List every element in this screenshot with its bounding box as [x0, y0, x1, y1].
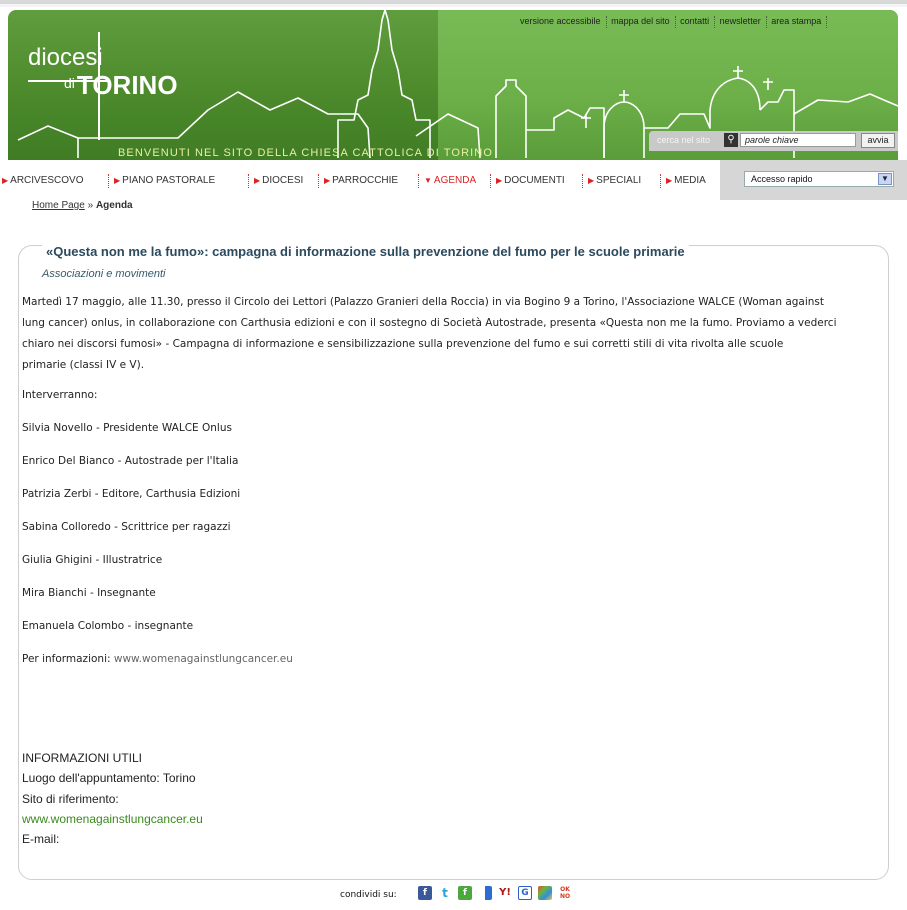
nav-separator [248, 174, 250, 188]
nav-separator [660, 174, 662, 188]
nav-label: PIANO PASTORALE [122, 175, 216, 186]
intro-line: chiaro nei discorsi fumosi» - Campagna d… [22, 338, 784, 350]
nav-item-documenti[interactable]: ▶ DOCUMENTI [496, 175, 565, 186]
delicious-icon[interactable] [478, 886, 492, 900]
search-icon: ⚲ [724, 133, 738, 147]
speaker-item: Enrico Del Bianco - Autostrade per l'Ita… [22, 455, 239, 467]
utility-link-sitemap[interactable]: mappa del sito [611, 16, 670, 26]
intro-line: primarie (classi IV e V). [22, 359, 145, 371]
quick-access-value: Accesso rapido [751, 174, 813, 184]
nav-label: PARROCCHIE [332, 175, 399, 186]
article-category[interactable]: Associazioni e movimenti [42, 268, 166, 280]
useful-info-email-label: E-mail: [22, 832, 60, 846]
nav-separator [318, 174, 320, 188]
article-title: «Questa non me la fumo»: campagna di inf… [42, 244, 689, 259]
breadcrumb-home-link[interactable]: Home Page [32, 200, 85, 211]
logo-di-text: di [64, 75, 75, 91]
diocese-logo[interactable]: diocesi diTORINO [28, 32, 178, 140]
facebook-icon[interactable]: f [418, 886, 432, 900]
nav-arrow-icon: ▶ [114, 176, 121, 185]
utility-separator [714, 16, 716, 28]
speaker-item: Mira Bianchi - Insegnante [22, 587, 156, 599]
breadcrumb: Home Page » Agenda [32, 200, 133, 211]
speakers-heading: Interverranno: [22, 389, 98, 401]
top-border-shadow [0, 4, 907, 7]
utility-link-press[interactable]: area stampa [771, 16, 821, 26]
breadcrumb-separator: » [87, 200, 94, 211]
utility-link-newsletter[interactable]: newsletter [720, 16, 761, 26]
google-icon[interactable]: G [518, 886, 532, 900]
info-label: Per informazioni: [22, 653, 111, 665]
intro-line: Martedì 17 maggio, alle 11.30, presso il… [22, 296, 825, 308]
nav-item-agenda[interactable]: ▼ AGENDA [424, 175, 476, 186]
nav-arrow-icon: ▶ [254, 176, 261, 185]
nav-separator [418, 174, 420, 188]
logo-torino-text: diTORINO [64, 70, 178, 101]
nav-item-piano-pastorale[interactable]: ▶ PIANO PASTORALE [114, 175, 215, 186]
nav-item-arcivescovo[interactable]: ▶ ARCIVESCOVO [2, 175, 84, 186]
search-submit-button[interactable]: avvia [861, 133, 895, 148]
nav-separator [108, 174, 110, 188]
utility-separator [605, 16, 608, 28]
search-input[interactable]: parole chiave [740, 133, 856, 147]
nav-label: MEDIA [674, 175, 706, 186]
intro-line: lung cancer) onlus, in collaborazione co… [22, 317, 837, 329]
quick-access-select[interactable]: Accesso rapido ▼ [744, 171, 894, 187]
info-line: Per informazioni: www.womenagainstlungca… [22, 653, 293, 665]
nav-arrow-icon: ▶ [588, 176, 595, 185]
speaker-item: Sabina Colloredo - Scrittrice per ragazz… [22, 521, 231, 533]
nav-separator [582, 174, 584, 188]
nav-arrow-icon: ▶ [324, 176, 331, 185]
nav-arrow-down-icon: ▼ [424, 176, 432, 185]
useful-info-site-link[interactable]: www.womenagainstlungcancer.eu [22, 812, 203, 826]
utility-link-accessible[interactable]: versione accessibile [520, 16, 601, 26]
speaker-item: Silvia Novello - Presidente WALCE Onlus [22, 422, 232, 434]
logo-cross-vertical [98, 32, 100, 140]
share-label: condividi su: [340, 890, 397, 900]
nav-separator [490, 174, 492, 188]
useful-info-heading: INFORMAZIONI UTILI [22, 751, 142, 765]
speaker-item: Patrizia Zerbi - Editore, Carthusia Ediz… [22, 488, 241, 500]
twitter-icon[interactable]: t [438, 886, 452, 900]
useful-info-place: Luogo dell'appuntamento: Torino [22, 771, 196, 785]
breadcrumb-current: Agenda [95, 200, 133, 211]
utility-link-contacts[interactable]: contatti [680, 16, 709, 26]
nav-arrow-icon: ▶ [2, 176, 9, 185]
logo-torino-word: TORINO [76, 70, 178, 100]
speaker-item: Giulia Ghigini - Illustratrice [22, 554, 163, 566]
logo-cross-horizontal [28, 80, 108, 82]
nav-item-media[interactable]: ▶ MEDIA [666, 175, 706, 186]
speaker-item: Emanuela Colombo - insegnante [22, 620, 194, 632]
utility-separator [765, 16, 768, 28]
yahoo-icon[interactable]: Y! [498, 886, 512, 900]
nav-label: DIOCESI [262, 175, 304, 186]
nav-item-speciali[interactable]: ▶ SPECIALI [588, 175, 641, 186]
utility-links: versione accessibile mappa del sito cont… [520, 16, 829, 28]
useful-info-site-label: Sito di riferimento: [22, 792, 119, 806]
utility-separator [826, 16, 828, 28]
search-label: cerca nel sito [657, 135, 711, 145]
nav-label: AGENDA [433, 175, 477, 186]
friendfeed-icon[interactable]: f [458, 886, 472, 900]
info-link[interactable]: www.womenagainstlungcancer.eu [114, 653, 293, 665]
logo-diocesi-text: diocesi [28, 44, 103, 71]
nav-label: SPECIALI [596, 175, 642, 186]
utility-separator [674, 16, 677, 28]
nav-item-parrocchie[interactable]: ▶ PARROCCHIE [324, 175, 398, 186]
chevron-down-icon[interactable]: ▼ [878, 173, 892, 185]
site-search-bar: cerca nel sito ⚲ parole chiave avvia [649, 131, 898, 151]
nav-label: DOCUMENTI [504, 175, 565, 186]
windows-live-icon[interactable] [538, 886, 552, 900]
nav-item-diocesi[interactable]: ▶ DIOCESI [254, 175, 303, 186]
nav-label: ARCIVESCOVO [10, 175, 84, 186]
welcome-text: BENVENUTI NEL SITO DELLA CHIESA CATTOLIC… [118, 147, 493, 159]
nav-arrow-icon: ▶ [666, 176, 673, 185]
oknotizie-icon[interactable]: OK NO [558, 886, 572, 900]
article-intro: Martedì 17 maggio, alle 11.30, presso il… [22, 292, 884, 376]
nav-arrow-icon: ▶ [496, 176, 503, 185]
